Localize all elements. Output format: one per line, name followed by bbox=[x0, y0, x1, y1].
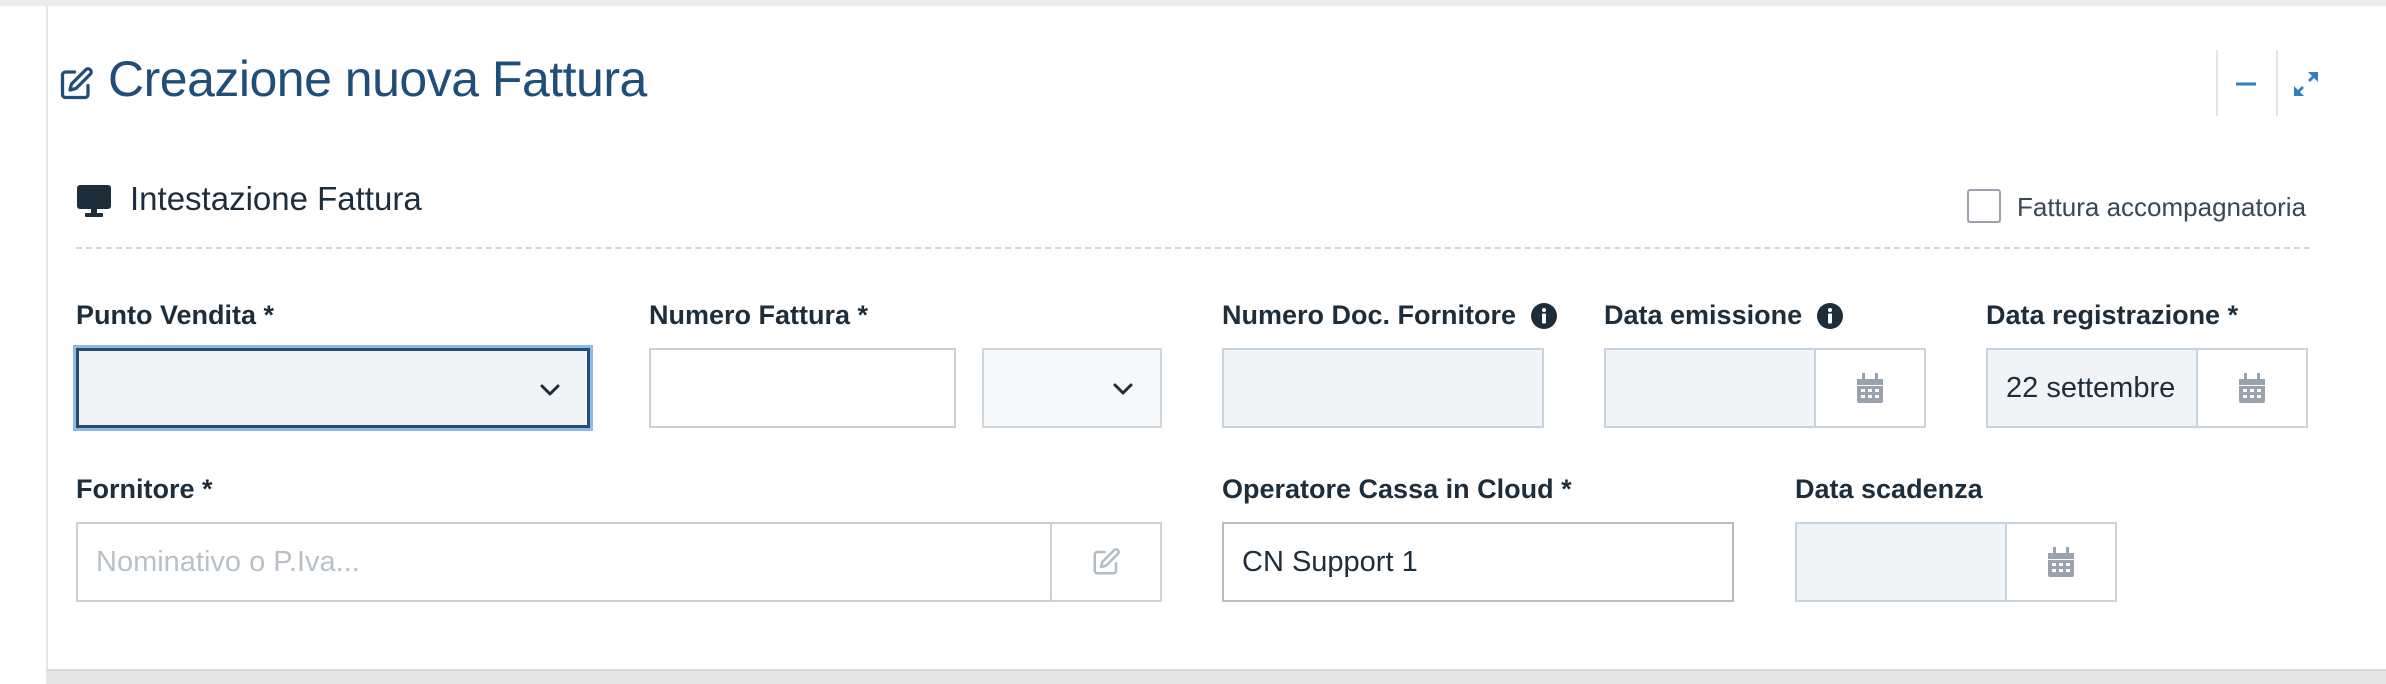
calendar-icon bbox=[2239, 373, 2265, 403]
chevron-down-icon bbox=[1113, 383, 1133, 395]
data-emissione-input[interactable] bbox=[1604, 348, 1816, 428]
page-title: Creazione nuova Fattura bbox=[108, 51, 647, 107]
data-scadenza-label: Data scadenza bbox=[1795, 474, 1983, 504]
operatore-input[interactable]: CN Support 1 bbox=[1222, 522, 1734, 602]
minus-icon bbox=[2236, 82, 2256, 86]
data-registrazione-input[interactable]: 22 settembre bbox=[1986, 348, 2198, 428]
punto-vendita-label: Punto Vendita * bbox=[76, 300, 275, 330]
checkbox-label: Fattura accompagnatoria bbox=[2017, 192, 2307, 222]
fattura-accompagnatoria-checkbox[interactable] bbox=[1967, 189, 2001, 223]
fornitore-label: Fornitore * bbox=[76, 474, 213, 504]
monitor-icon bbox=[77, 185, 111, 217]
expand-icon bbox=[2294, 72, 2318, 96]
section-title: Intestazione Fattura bbox=[130, 180, 422, 217]
numero-fattura-label: Numero Fattura * bbox=[649, 300, 869, 330]
operatore-label: Operatore Cassa in Cloud * bbox=[1222, 474, 1572, 504]
calendar-icon bbox=[1857, 373, 1883, 403]
numero-doc-fornitore-label: Numero Doc. Fornitore bbox=[1222, 300, 1558, 331]
data-scadenza-calendar-button[interactable] bbox=[2005, 522, 2117, 602]
operatore-value: CN Support 1 bbox=[1242, 545, 1418, 578]
data-registrazione-label: Data registrazione * bbox=[1986, 300, 2239, 330]
chevron-down-icon bbox=[540, 384, 560, 396]
data-registrazione-calendar-button[interactable] bbox=[2196, 348, 2308, 428]
data-registrazione-value: 22 settembre bbox=[2006, 371, 2176, 404]
info-icon[interactable] bbox=[1816, 302, 1844, 330]
numero-fattura-suffix-select[interactable] bbox=[982, 348, 1162, 428]
numero-fattura-input[interactable] bbox=[649, 348, 956, 428]
info-icon[interactable] bbox=[1530, 302, 1558, 330]
data-emissione-label: Data emissione bbox=[1604, 300, 1844, 331]
minimize-button[interactable] bbox=[2224, 62, 2268, 106]
edit-icon bbox=[60, 67, 93, 100]
data-scadenza-input[interactable] bbox=[1795, 522, 2007, 602]
calendar-icon bbox=[2048, 547, 2074, 577]
fornitore-input[interactable]: Nominativo o P.Iva... bbox=[76, 522, 1052, 602]
edit-icon bbox=[1093, 548, 1120, 575]
data-emissione-calendar-button[interactable] bbox=[1814, 348, 1926, 428]
expand-button[interactable] bbox=[2284, 62, 2328, 106]
fornitore-edit-button[interactable] bbox=[1050, 522, 1162, 602]
toolbar-separator bbox=[2276, 50, 2278, 116]
punto-vendita-select[interactable] bbox=[76, 348, 590, 428]
toolbar-separator bbox=[2216, 50, 2218, 116]
fornitore-placeholder: Nominativo o P.Iva... bbox=[96, 545, 360, 578]
numero-doc-fornitore-input[interactable] bbox=[1222, 348, 1544, 428]
section-divider bbox=[76, 247, 2310, 249]
